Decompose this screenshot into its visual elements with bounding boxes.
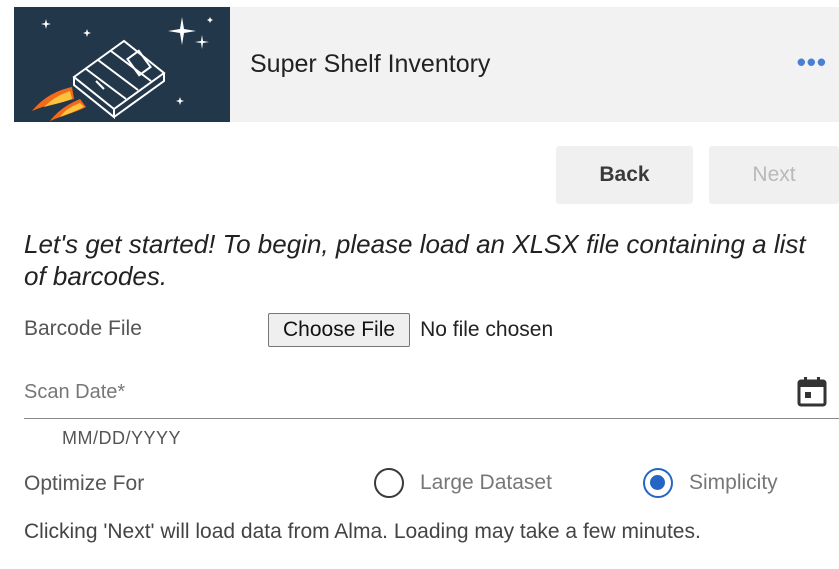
radio-label-simplicity: Simplicity <box>689 471 778 494</box>
barcode-file-input: Choose File No file chosen <box>268 313 553 347</box>
radio-large-dataset[interactable]: Large Dataset <box>374 468 552 498</box>
app-logo <box>14 7 230 122</box>
barcode-file-label: Barcode File <box>24 317 142 340</box>
file-status-text: No file chosen <box>420 318 554 341</box>
scan-date-input[interactable] <box>24 372 784 412</box>
loading-note: Clicking 'Next' will load data from Alma… <box>24 520 701 543</box>
optimize-for-label: Optimize For <box>24 472 145 495</box>
more-options-icon[interactable]: ••• <box>797 47 827 78</box>
app-header: Super Shelf Inventory ••• <box>14 7 839 122</box>
app-title: Super Shelf Inventory <box>250 50 491 78</box>
rocket-shelf-icon <box>32 17 213 121</box>
calendar-icon[interactable] <box>795 375 829 409</box>
back-button[interactable]: Back <box>556 146 693 204</box>
next-button[interactable]: Next <box>709 146 839 204</box>
intro-text: Let's get started! To begin, please load… <box>24 229 806 291</box>
date-format-hint: MM/DD/YYYY <box>62 428 182 448</box>
scan-date-field <box>24 372 839 419</box>
radio-checked-icon <box>643 468 673 498</box>
radio-unchecked-icon <box>374 468 404 498</box>
choose-file-button[interactable]: Choose File <box>268 313 411 347</box>
app-root: Super Shelf Inventory ••• Back Next Let'… <box>0 0 839 569</box>
radio-simplicity[interactable]: Simplicity <box>643 468 778 498</box>
radio-label-large-dataset: Large Dataset <box>420 471 552 494</box>
